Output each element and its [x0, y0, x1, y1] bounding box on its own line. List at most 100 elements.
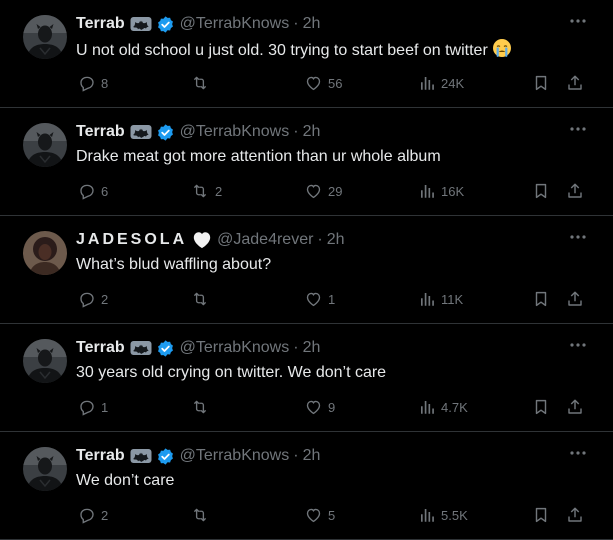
timestamp[interactable]: 2h: [327, 231, 345, 249]
user-handle[interactable]: @TerrabKnows: [180, 15, 290, 33]
reply-button[interactable]: 8: [78, 74, 108, 92]
share-button[interactable]: [566, 74, 584, 92]
avatar[interactable]: [23, 447, 67, 491]
views-icon: [418, 290, 436, 308]
like-button[interactable]: 29: [304, 182, 342, 200]
bookmark-button[interactable]: [532, 398, 550, 416]
tweet-text-content: 30 years old crying on twitter. We don’t…: [76, 364, 387, 381]
views-button[interactable]: 11K: [418, 290, 463, 308]
action-bar: 2 5 5.5K: [0, 506, 613, 530]
verified-badge-icon[interactable]: [156, 447, 175, 466]
user-handle[interactable]: @TerrabKnows: [180, 339, 290, 357]
retweet-icon: [190, 506, 210, 524]
tweet[interactable]: Terrab @TerrabKnows · 2h 30 years old crying…: [0, 324, 613, 432]
more-options-icon[interactable]: [567, 336, 589, 354]
views-button[interactable]: 4.7K: [418, 398, 468, 416]
share-button[interactable]: [566, 506, 584, 524]
bookmark-button[interactable]: [532, 290, 550, 308]
bookmark-button[interactable]: [532, 506, 550, 524]
reply-icon: [78, 506, 96, 524]
tweet[interactable]: Terrab @TerrabKnows · 2h U not old school u …: [0, 0, 613, 108]
reply-button[interactable]: 2: [78, 290, 108, 308]
separator-dot: ·: [293, 123, 299, 140]
verified-badge-icon[interactable]: [156, 15, 175, 34]
retweet-button[interactable]: 2: [190, 182, 222, 200]
tweet-text-content: Drake meat got more attention than ur wh…: [76, 148, 441, 165]
views-icon: [418, 74, 436, 92]
more-options-icon[interactable]: [567, 12, 589, 30]
tweet-text: U not old school u just old. 30 trying t…: [76, 38, 512, 65]
like-button[interactable]: 56: [304, 74, 342, 92]
crying-face-emoji-icon: [492, 38, 512, 65]
tweet-text: We don’t care: [76, 470, 174, 492]
like-button[interactable]: 5: [304, 506, 335, 524]
views-button[interactable]: 16K: [418, 182, 464, 200]
view-count: 4.7K: [441, 399, 468, 415]
bookmark-button[interactable]: [532, 182, 550, 200]
timestamp[interactable]: 2h: [303, 123, 321, 141]
like-count: 5: [328, 507, 336, 523]
reply-button[interactable]: 1: [78, 398, 108, 416]
like-count: 1: [328, 291, 336, 307]
bat-emblem-icon: [130, 124, 152, 140]
reply-button[interactable]: 2: [78, 506, 108, 524]
reply-button[interactable]: 6: [78, 182, 108, 200]
retweet-button[interactable]: [190, 74, 215, 92]
display-name[interactable]: Terrab: [76, 123, 125, 141]
like-count: 9: [328, 399, 336, 415]
share-button[interactable]: [566, 290, 584, 308]
verified-badge-icon[interactable]: [156, 123, 175, 142]
bookmark-icon: [532, 74, 550, 92]
display-name[interactable]: Terrab: [76, 447, 125, 465]
timestamp[interactable]: 2h: [303, 339, 321, 357]
like-button[interactable]: 9: [304, 398, 335, 416]
share-icon: [566, 398, 584, 416]
user-handle[interactable]: @Jade4rever: [217, 231, 313, 249]
more-options-icon[interactable]: [567, 444, 589, 462]
like-button[interactable]: 1: [304, 290, 335, 308]
share-icon: [566, 506, 584, 524]
like-count: 56: [328, 75, 343, 91]
tweet[interactable]: JADESOLA @Jade4rever · 2h What’s blud waffli…: [0, 216, 613, 324]
views-button[interactable]: 24K: [418, 74, 464, 92]
tweet-header: Terrab @TerrabKnows · 2h: [76, 446, 320, 466]
reply-count: 2: [101, 291, 109, 307]
tweet-header: Terrab @TerrabKnows · 2h: [76, 14, 320, 34]
tweet-text-content: What’s blud waffling about?: [76, 256, 272, 273]
user-handle[interactable]: @TerrabKnows: [180, 123, 290, 141]
tweet-text: 30 years old crying on twitter. We don’t…: [76, 362, 386, 384]
bookmark-icon: [532, 506, 550, 524]
tweet[interactable]: Terrab @TerrabKnows · 2h Drake meat got more…: [0, 108, 613, 216]
share-button[interactable]: [566, 398, 584, 416]
tweet-text-content: We don’t care: [76, 472, 175, 489]
views-icon: [418, 182, 436, 200]
like-icon: [304, 398, 323, 416]
verified-badge-icon[interactable]: [156, 339, 175, 358]
retweet-button[interactable]: [190, 506, 215, 524]
retweet-button[interactable]: [190, 290, 215, 308]
avatar[interactable]: [23, 15, 67, 59]
timestamp[interactable]: 2h: [303, 15, 321, 33]
user-handle[interactable]: @TerrabKnows: [180, 447, 290, 465]
display-name[interactable]: JADESOLA: [76, 231, 187, 249]
more-options-icon[interactable]: [567, 120, 589, 138]
display-name[interactable]: Terrab: [76, 339, 125, 357]
timestamp[interactable]: 2h: [303, 447, 321, 465]
tweet-text: What’s blud waffling about?: [76, 254, 271, 276]
tweet-text: Drake meat got more attention than ur wh…: [76, 146, 441, 168]
bookmark-button[interactable]: [532, 74, 550, 92]
avatar[interactable]: [23, 231, 67, 275]
avatar[interactable]: [23, 339, 67, 383]
share-icon: [566, 182, 584, 200]
views-button[interactable]: 5.5K: [418, 506, 468, 524]
reply-count: 2: [101, 507, 109, 523]
like-icon: [304, 74, 323, 92]
display-name[interactable]: Terrab: [76, 15, 125, 33]
share-button[interactable]: [566, 182, 584, 200]
avatar[interactable]: [23, 123, 67, 167]
tweet[interactable]: Terrab @TerrabKnows · 2h We don’t care 2 5 5.5K: [0, 432, 613, 540]
separator-dot: ·: [293, 339, 299, 356]
more-options-icon[interactable]: [567, 228, 589, 246]
reply-icon: [78, 290, 96, 308]
retweet-button[interactable]: [190, 398, 215, 416]
